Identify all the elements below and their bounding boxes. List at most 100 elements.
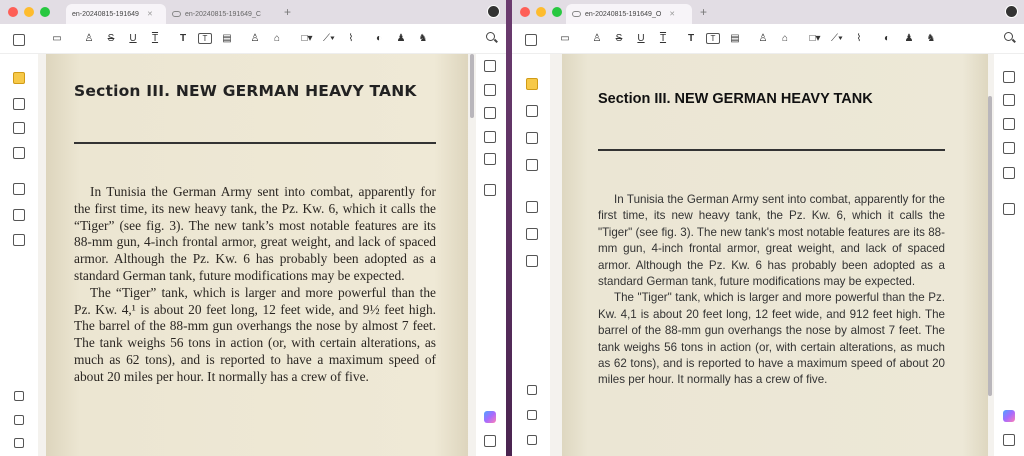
ai-assistant-icon[interactable]: [484, 411, 496, 423]
squiggly-button[interactable]: T: [656, 30, 670, 48]
color-icon[interactable]: ◐: [880, 30, 894, 48]
thumbnails-icon[interactable]: [13, 34, 25, 46]
page-body: In Tunisia the German Army sent into com…: [74, 184, 436, 386]
stamp-icon[interactable]: ♟: [902, 30, 916, 48]
tab-document-2[interactable]: en-20240815-191649_C: [166, 4, 276, 24]
right-sidebar: [994, 54, 1024, 456]
highlighter-icon[interactable]: ♙: [590, 30, 604, 48]
save-icon[interactable]: [1003, 203, 1015, 215]
protect-icon[interactable]: [1003, 118, 1015, 130]
fill-sign-icon[interactable]: [526, 201, 538, 213]
title-bar: en-20240815-191649 ✕ en-20240815-191649_…: [0, 0, 506, 24]
page-view-icon[interactable]: [13, 122, 25, 134]
close-window-button[interactable]: [8, 7, 18, 17]
attachment-panel-icon[interactable]: [14, 438, 24, 448]
layers-icon[interactable]: [527, 385, 537, 395]
squiggly-button[interactable]: T: [148, 30, 162, 48]
bookmark-icon[interactable]: [527, 410, 537, 420]
signature-icon[interactable]: ♞: [924, 30, 938, 48]
scrollbar[interactable]: [988, 96, 992, 396]
note-icon[interactable]: ▤: [728, 30, 742, 48]
close-tab-icon[interactable]: ✕: [669, 10, 675, 18]
convert-icon[interactable]: [1003, 71, 1015, 83]
underline-button[interactable]: U: [126, 30, 140, 48]
tab-document[interactable]: en-20240815-191649_O ✕: [566, 4, 692, 24]
text-tool-button[interactable]: T: [684, 30, 698, 48]
document-viewport[interactable]: Section III. NEW GERMAN HEAVY TANK In Tu…: [38, 54, 476, 456]
eraser-icon[interactable]: ⌂: [270, 30, 284, 48]
pencil-icon[interactable]: ♙: [248, 30, 262, 48]
avatar[interactable]: [487, 5, 500, 18]
ai-assistant-icon[interactable]: [1003, 410, 1015, 422]
stamp-icon[interactable]: ♟: [394, 30, 408, 48]
comment-mode-icon[interactable]: [13, 72, 25, 84]
new-tab-button[interactable]: +: [700, 5, 707, 19]
comment-icon[interactable]: ▭: [50, 30, 64, 48]
ocr-icon[interactable]: [526, 228, 538, 240]
tab-document[interactable]: en-20240815-191649 ✕: [66, 4, 166, 24]
textbox-icon[interactable]: T: [198, 33, 212, 44]
annotation-toolbar: ▭ ♙ S U T T T ▤ ♙ ⌂ □▾ ⟋▾ ⌇ ◐ ♟ ♞: [0, 24, 506, 54]
note-icon[interactable]: ▤: [220, 30, 234, 48]
scrollbar[interactable]: [470, 54, 474, 118]
zoom-window-button[interactable]: [552, 7, 562, 17]
minimize-window-button[interactable]: [536, 7, 546, 17]
title-bar: en-20240815-191649_O ✕ +: [512, 0, 1024, 24]
thumbnails-icon[interactable]: [525, 34, 537, 46]
organize-pages-icon[interactable]: [13, 147, 25, 159]
color-icon[interactable]: ◐: [372, 30, 386, 48]
save-icon[interactable]: [484, 184, 496, 196]
edit-pdf-icon[interactable]: [526, 105, 538, 117]
pencil-icon[interactable]: ♙: [756, 30, 770, 48]
line-icon[interactable]: ⟋▾: [322, 30, 336, 48]
protect-icon[interactable]: [484, 107, 496, 119]
compare-icon[interactable]: [13, 234, 25, 246]
search-icon[interactable]: [1003, 31, 1016, 44]
underline-button[interactable]: U: [634, 30, 648, 48]
layers-icon[interactable]: [14, 391, 24, 401]
eraser-icon[interactable]: ⌂: [778, 30, 792, 48]
shape-icon[interactable]: □▾: [300, 30, 314, 48]
zoom-window-button[interactable]: [40, 7, 50, 17]
export-icon[interactable]: [1003, 94, 1015, 106]
fill-sign-icon[interactable]: [13, 183, 25, 195]
edit-pdf-icon[interactable]: [13, 98, 25, 110]
line-icon[interactable]: ⟋▾: [830, 30, 844, 48]
mail-icon[interactable]: [1003, 167, 1015, 179]
export-icon[interactable]: [484, 84, 496, 96]
chat-icon[interactable]: [1003, 434, 1015, 446]
bookmark-icon[interactable]: [14, 415, 24, 425]
left-pdf-window: en-20240815-191649 ✕ en-20240815-191649_…: [0, 0, 506, 456]
minimize-window-button[interactable]: [24, 7, 34, 17]
comment-icon[interactable]: ▭: [558, 30, 572, 48]
document-viewport[interactable]: Section III. NEW GERMAN HEAVY TANK In Tu…: [550, 54, 994, 456]
text-tool-button[interactable]: T: [176, 30, 190, 48]
chat-icon[interactable]: [484, 435, 496, 447]
strikethrough-button[interactable]: S: [104, 30, 118, 48]
share-icon[interactable]: [484, 131, 496, 143]
right-sidebar: [476, 54, 506, 456]
search-icon[interactable]: [485, 31, 498, 44]
new-tab-button[interactable]: +: [284, 5, 291, 19]
mail-icon[interactable]: [484, 153, 496, 165]
comment-mode-icon[interactable]: [526, 78, 538, 90]
close-window-button[interactable]: [520, 7, 530, 17]
convert-icon[interactable]: [484, 60, 496, 72]
shape-icon[interactable]: □▾: [808, 30, 822, 48]
attachment-panel-icon[interactable]: [527, 435, 537, 445]
compare-icon[interactable]: [526, 255, 538, 267]
ocr-icon[interactable]: [13, 209, 25, 221]
organize-pages-icon[interactable]: [526, 159, 538, 171]
close-tab-icon[interactable]: ✕: [147, 10, 153, 18]
page-heading: Section III. NEW GERMAN HEAVY TANK: [74, 82, 417, 100]
attachment-icon[interactable]: ⌇: [852, 30, 866, 48]
page-view-icon[interactable]: [526, 132, 538, 144]
share-icon[interactable]: [1003, 142, 1015, 154]
strikethrough-button[interactable]: S: [612, 30, 626, 48]
left-sidebar: [0, 34, 38, 456]
attachment-icon[interactable]: ⌇: [344, 30, 358, 48]
highlighter-icon[interactable]: ♙: [82, 30, 96, 48]
textbox-icon[interactable]: T: [706, 33, 720, 44]
avatar[interactable]: [1005, 5, 1018, 18]
signature-icon[interactable]: ♞: [416, 30, 430, 48]
